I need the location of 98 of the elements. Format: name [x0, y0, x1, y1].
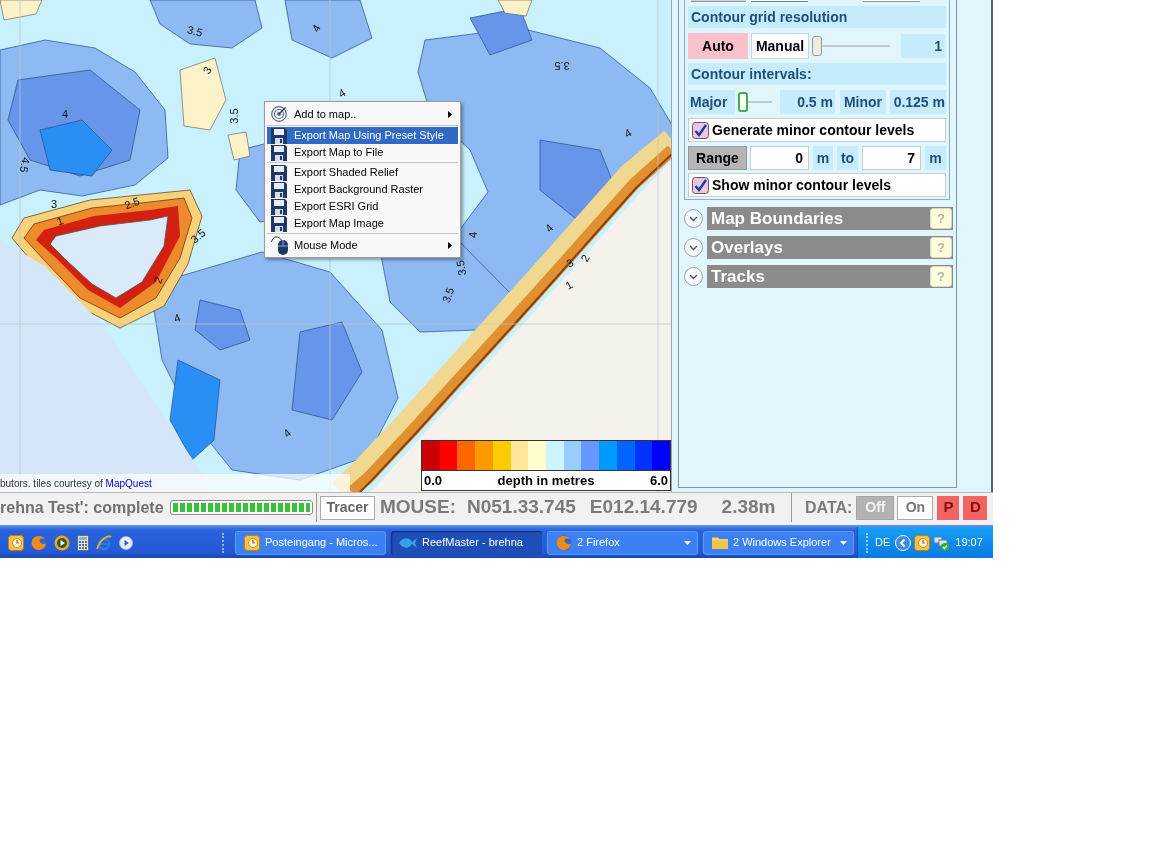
value-field: 0.5 m — [780, 90, 835, 114]
contour-label: 3.5 — [228, 108, 240, 124]
contour-label: 4 — [622, 126, 634, 140]
data-toggle-button[interactable]: On — [897, 495, 934, 520]
longitude-text: E012.14.779 — [589, 495, 698, 520]
attribution-text: butors. tiles courtesy of MapQuest — [0, 476, 152, 491]
chevron-left-icon[interactable] — [895, 534, 912, 551]
section-header[interactable]: Tracks ? — [707, 265, 953, 288]
menu-item[interactable]: Export Map to File — [267, 144, 458, 161]
menu-item[interactable]: Export Shaded Relief — [267, 164, 458, 181]
fish-icon — [399, 536, 417, 549]
section-header[interactable]: Map Boundaries ? — [707, 207, 953, 230]
depth-text: 2.38m — [721, 495, 776, 520]
checkbox-label: Generate minor contour levels — [712, 120, 915, 140]
mode-button[interactable]: Manual — [751, 33, 809, 59]
shallow-area — [497, 0, 533, 17]
contour-label: 2 — [151, 275, 165, 285]
contour-label: 4.5 — [17, 156, 33, 174]
chevron-down-icon[interactable] — [684, 209, 703, 228]
chevron-down-icon[interactable] — [684, 238, 703, 257]
taskbar-button[interactable]: Posteingang - Micros... — [235, 530, 386, 555]
menu-item[interactable]: Export ESRI Grid — [267, 198, 458, 215]
minor-label: Minor — [840, 90, 886, 114]
menu-item[interactable]: Add to map.. — [267, 104, 458, 124]
globe-icon[interactable] — [31, 534, 47, 551]
section-header[interactable]: Overlays ? — [707, 236, 953, 259]
menu-item[interactable]: Export Map Image — [267, 215, 458, 232]
legend-max-value: 6.0 — [649, 471, 668, 490]
checkbox[interactable] — [692, 176, 709, 194]
taskbar-button[interactable]: ReefMaster - brehna — [391, 530, 542, 555]
taskbar-button[interactable]: 2 Windows Explorer — [703, 530, 854, 555]
slider-thumb[interactable] — [812, 36, 822, 56]
menu-item[interactable]: Export Map Using Preset Style — [267, 127, 458, 144]
mode-button[interactable]: Auto — [688, 33, 748, 59]
unit-label: m — [813, 146, 833, 170]
status-text: rehna Test': complete — [0, 497, 164, 518]
contour-label: 3.5 — [186, 23, 204, 39]
section-heading: Contour grid resolution — [688, 6, 946, 28]
slider-track[interactable] — [738, 92, 772, 112]
checkbox-label: Show minor contour levels — [712, 175, 891, 195]
target-icon — [271, 106, 287, 122]
contour-label: 4 — [336, 86, 348, 100]
mapquest-link[interactable]: MapQuest — [105, 477, 152, 489]
folder-icon — [712, 536, 728, 549]
mouse-icon — [271, 235, 289, 255]
globe-icon — [556, 534, 572, 551]
value-field: 0.125 m — [890, 90, 946, 114]
contour-label: 3.5 — [439, 285, 457, 305]
network-icon[interactable] — [933, 534, 950, 551]
contour-label: 4 — [172, 311, 182, 325]
play-icon[interactable] — [54, 534, 70, 551]
clock-icon[interactable] — [8, 534, 24, 551]
flag-button[interactable]: P — [937, 495, 960, 520]
contour-label: 1 — [55, 214, 65, 228]
clock-icon[interactable] — [914, 534, 931, 551]
contour-label: 4 — [467, 231, 479, 239]
contour-label: 4 — [542, 221, 556, 235]
latitude-text: N051.33.745 — [467, 495, 576, 520]
data-label: DATA: — [805, 497, 853, 518]
chevron-down-icon[interactable] — [684, 267, 703, 286]
taskbar-button[interactable]: 2 Firefox — [547, 530, 698, 555]
menu-item[interactable]: Export Background Raster — [267, 181, 458, 198]
clock-icon — [244, 534, 260, 551]
checkbox[interactable] — [692, 121, 709, 139]
clock-text: 19:07 — [955, 535, 983, 551]
mouse-label: MOUSE: — [380, 495, 456, 520]
contour-label: 3.5 — [453, 259, 469, 277]
contour-label: 2.5 — [122, 194, 142, 212]
flag-button[interactable]: D — [963, 495, 988, 520]
contour-label: 4 — [309, 22, 323, 34]
contour-label: 3.5 — [188, 226, 208, 246]
tracer-button[interactable]: Tracer — [320, 495, 375, 520]
contour-label: 3 — [200, 64, 214, 76]
orbit-icon[interactable] — [96, 534, 112, 551]
contour-label: 3.5 — [554, 60, 570, 72]
play-icon[interactable] — [119, 535, 133, 550]
legend-min-value: 0.0 — [424, 471, 443, 490]
legend-title: depth in metres — [497, 471, 595, 490]
slider-thumb[interactable] — [738, 92, 748, 112]
contour-label: 3 — [50, 198, 58, 210]
contour-label: 4 — [61, 108, 69, 120]
to-label: to — [837, 146, 858, 170]
value-field: 1 — [901, 34, 945, 58]
contour-label: 1 — [563, 278, 575, 292]
calculator-icon[interactable] — [77, 534, 89, 551]
major-label: Major — [688, 90, 735, 114]
input-field[interactable]: 0 — [750, 146, 809, 170]
contour-label: 2 — [578, 252, 592, 264]
section-heading: Contour intervals: — [688, 63, 946, 85]
range-button[interactable]: Range — [688, 146, 747, 170]
contour-label: 3 — [564, 256, 576, 270]
slider-track[interactable] — [812, 36, 892, 56]
input-field[interactable]: 7 — [862, 146, 921, 170]
menu-item[interactable]: Mouse Mode — [267, 235, 458, 255]
contour-label: 4 — [280, 426, 294, 440]
unit-label: m — [925, 146, 946, 170]
language-indicator[interactable]: DE — [875, 534, 891, 551]
shallow-area — [0, 0, 43, 21]
